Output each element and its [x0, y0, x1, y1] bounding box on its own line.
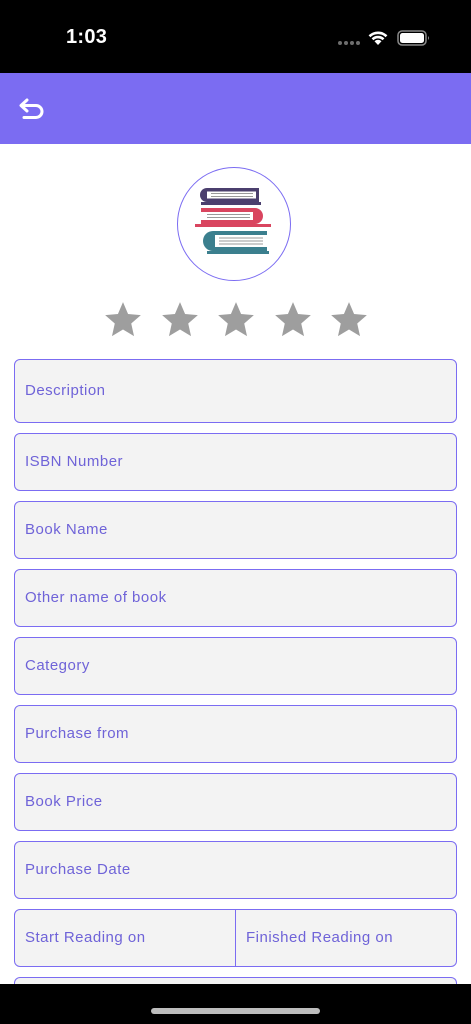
- start-reading-label: Start Reading on: [25, 929, 146, 946]
- book-price-field[interactable]: Book Price: [14, 773, 457, 831]
- home-indicator-area: [0, 984, 471, 1024]
- purchase-from-label: Purchase from: [25, 725, 130, 742]
- star-icon-1[interactable]: [102, 299, 144, 341]
- book-name-label: Book Name: [25, 521, 108, 538]
- star-icon-3[interactable]: [215, 299, 257, 341]
- book-image[interactable]: [177, 167, 291, 281]
- star-icon-2[interactable]: [159, 299, 201, 341]
- status-bar: 1:03: [0, 0, 471, 73]
- back-arrow-icon: [19, 98, 44, 119]
- reading-dates-row: Start Reading on Finished Reading on: [14, 909, 457, 967]
- status-time: 1:03: [66, 26, 108, 48]
- purchase-date-label: Purchase Date: [25, 861, 131, 878]
- isbn-label: ISBN Number: [25, 453, 124, 470]
- description-field[interactable]: Description: [14, 359, 457, 423]
- finished-reading-field[interactable]: Finished Reading on: [235, 910, 456, 966]
- star-icon-4[interactable]: [272, 299, 314, 341]
- purchase-from-field[interactable]: Purchase from: [14, 705, 457, 763]
- other-name-label: Other name of book: [25, 589, 167, 606]
- other-name-field[interactable]: Other name of book: [14, 569, 457, 627]
- cellular-signal-icon: [338, 41, 360, 45]
- book-price-label: Book Price: [25, 793, 103, 810]
- category-field[interactable]: Category: [14, 637, 457, 695]
- finished-reading-label: Finished Reading on: [246, 929, 394, 946]
- home-indicator[interactable]: [151, 1008, 320, 1014]
- purchase-date-field[interactable]: Purchase Date: [14, 841, 457, 899]
- category-label: Category: [25, 657, 90, 674]
- wifi-icon: [368, 31, 388, 45]
- isbn-field[interactable]: ISBN Number: [14, 433, 457, 491]
- star-rating: [102, 299, 370, 343]
- book-name-field[interactable]: Book Name: [14, 501, 457, 559]
- start-reading-field[interactable]: Start Reading on: [15, 910, 235, 966]
- back-button[interactable]: [12, 93, 52, 125]
- stacked-books-icon: [195, 188, 271, 254]
- description-label: Description: [25, 382, 106, 399]
- star-icon-5[interactable]: [328, 299, 370, 341]
- app-bar: [0, 73, 471, 144]
- battery-icon: [397, 30, 429, 46]
